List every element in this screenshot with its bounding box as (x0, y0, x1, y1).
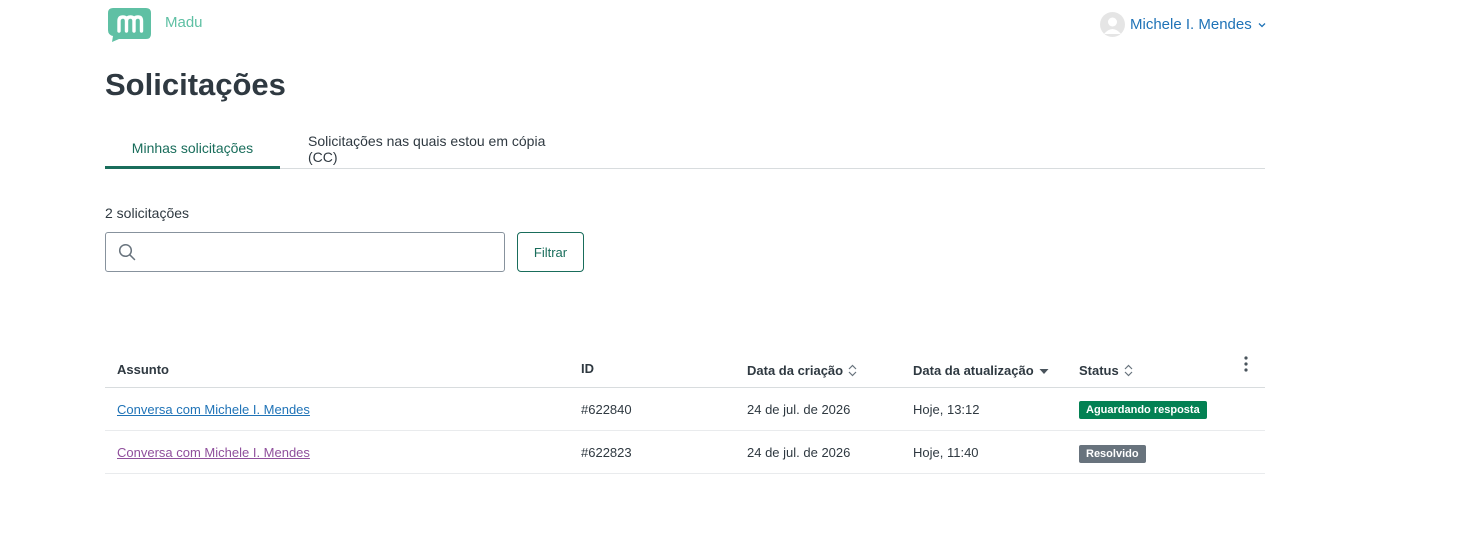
tab-cc-requests[interactable]: Solicitações nas quais estou em cópia (C… (308, 133, 570, 168)
request-updated: Hoje, 11:40 (913, 445, 979, 460)
avatar-icon (1100, 12, 1125, 37)
request-updated: Hoje, 13:12 (913, 402, 980, 417)
request-id: #622823 (581, 445, 632, 460)
more-vertical-icon[interactable] (1241, 355, 1251, 373)
sort-down-icon (1039, 369, 1049, 374)
column-subject: Assunto (117, 362, 169, 377)
request-id: #622840 (581, 402, 632, 417)
search-box[interactable] (105, 232, 505, 272)
request-subject-link[interactable]: Conversa com Michele I. Mendes (117, 445, 310, 460)
request-count: 2 solicitações (105, 205, 190, 221)
column-updated[interactable]: Data da atualização (913, 363, 1049, 378)
request-created: 24 de jul. de 2026 (747, 402, 851, 417)
search-input[interactable] (146, 234, 496, 270)
table-row: Conversa com Michele I. Mendes #622823 2… (105, 431, 1265, 474)
user-name: Michele I. Mendes (1130, 16, 1252, 33)
requests-table: Assunto ID Data da criação Data da atual… (105, 348, 1265, 474)
page-title: Solicitações (105, 67, 286, 102)
logo-icon[interactable] (107, 6, 152, 43)
sort-icon (1124, 364, 1133, 377)
user-menu[interactable]: Michele I. Mendes (1100, 12, 1266, 37)
column-created[interactable]: Data da criação (747, 363, 857, 378)
chevron-down-icon (1258, 22, 1266, 27)
column-id: ID (581, 361, 594, 376)
request-subject-link[interactable]: Conversa com Michele I. Mendes (117, 402, 310, 417)
column-status[interactable]: Status (1079, 363, 1133, 378)
search-icon (118, 243, 136, 261)
tab-list: Minhas solicitações Solicitações nas qua… (105, 133, 1265, 169)
status-badge: Aguardando resposta (1079, 401, 1207, 419)
sort-icon (848, 364, 857, 377)
table-row: Conversa com Michele I. Mendes #622840 2… (105, 388, 1265, 431)
filter-button[interactable]: Filtrar (517, 232, 584, 272)
tab-my-requests[interactable]: Minhas solicitações (105, 133, 280, 169)
status-badge: Resolvido (1079, 445, 1146, 463)
brand-name[interactable]: Madu (165, 14, 203, 31)
request-created: 24 de jul. de 2026 (747, 445, 851, 460)
table-header: Assunto ID Data da criação Data da atual… (105, 348, 1265, 388)
